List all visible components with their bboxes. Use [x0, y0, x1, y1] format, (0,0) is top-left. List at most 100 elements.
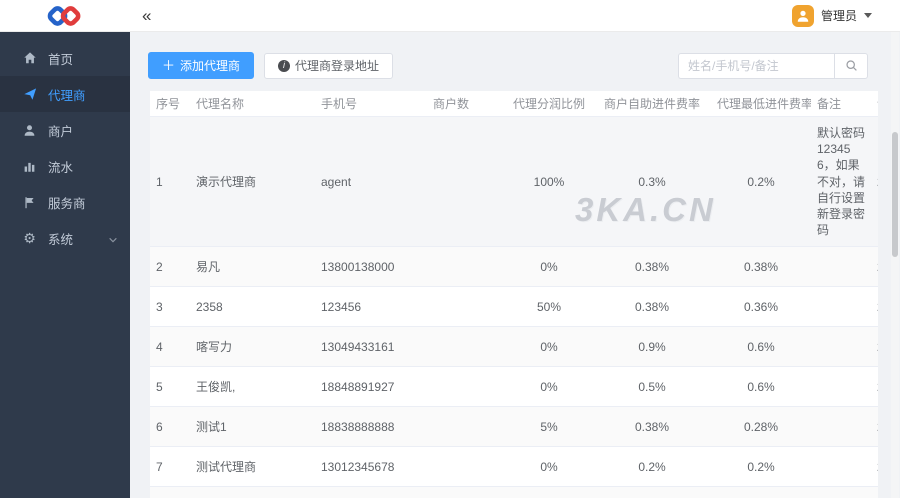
info-icon: i [278, 59, 291, 72]
table-cell: 0.38% [593, 406, 711, 448]
scrollbar-track[interactable] [891, 32, 899, 498]
sidebar-item-label: 首页 [48, 52, 74, 67]
table-cell: 7 [150, 446, 190, 488]
table-cell: 0% [505, 486, 593, 498]
sidebar-collapse-icon[interactable]: « [142, 7, 151, 24]
sidebar-item-label: 代理商 [48, 88, 86, 103]
table-cell: 4 [150, 326, 190, 368]
table-cell [811, 486, 871, 498]
table-row: 6测试118838888888 5%0.38%0.28% 2 [150, 406, 878, 448]
table-body: 1 演示代理商 agent 100% 0.3% 0.2% 默认密码123456，如果不对，请… [150, 116, 878, 498]
table-cell: 2 [871, 366, 878, 408]
table-cell: 2 [871, 246, 878, 288]
table-cell: 0% [505, 326, 593, 368]
table-cell: 喀写力 [190, 326, 315, 368]
table-cell: 0.2% [711, 446, 811, 488]
table-cell [427, 286, 505, 328]
table-cell: 0% [505, 446, 593, 488]
plus-icon: ＋ [162, 58, 176, 73]
sidebar-item-label: 流水 [48, 160, 74, 175]
table-cell: 0% [505, 366, 593, 408]
add-agent-button-label: 添加代理商 [180, 58, 241, 73]
table-cell: 0.38% [593, 286, 711, 328]
sidebar-item-home[interactable]: 首页 [0, 40, 130, 76]
sidebar-item-providers[interactable]: 服务商 [0, 184, 130, 220]
agents-table: 序号代理名称手机号商户数代理分润比例商户自助进件费率代理最低进件费率备注创建时间… [150, 91, 878, 498]
sidebar-item-merchants[interactable]: 商户 [0, 112, 130, 148]
sidebar-item-label: 服务商 [48, 196, 86, 211]
table-cell: 13800138000 [315, 246, 427, 288]
table-cell: 0.3% [593, 116, 711, 248]
table-cell [427, 406, 505, 448]
search-button[interactable] [834, 52, 868, 79]
table-row: 4喀写力13049433161 0%0.9%0.6% 2 [150, 326, 878, 368]
table-cell [811, 406, 871, 448]
table-cell: 测试1 [190, 406, 315, 448]
table-row: 7测试代理商130123456780%0.2%0.2%2 [150, 446, 878, 488]
table-cell: 2 [871, 446, 878, 488]
sidebar-item-transactions[interactable]: 流水 [0, 148, 130, 184]
column-header: 商户自助进件费率 [593, 91, 711, 117]
sidebar: 首页 代理商 商户 流水 服务商 ⚙ 系统 [0, 32, 130, 498]
add-agent-button[interactable]: ＋ 添加代理商 [148, 52, 255, 79]
chevron-down-icon [108, 234, 118, 248]
table-cell: 2358 [190, 286, 315, 328]
column-header: 代理分润比例 [505, 91, 593, 117]
table-cell: 50% [505, 286, 593, 328]
table-cell: 18848891927 [315, 366, 427, 408]
table-cell [811, 446, 871, 488]
table-cell [811, 366, 871, 408]
table-cell [427, 116, 505, 248]
table-cell [811, 286, 871, 328]
sidebar-item-system[interactable]: ⚙ 系统 [0, 220, 130, 256]
user-icon [22, 123, 37, 138]
table-cell [427, 366, 505, 408]
brand-logo-icon [47, 5, 81, 26]
send-icon [22, 87, 37, 102]
table-cell: 1 [150, 116, 190, 248]
table-row: 2易凡138001380000%0.38%0.38%2 [150, 246, 878, 288]
table-cell: 2 [871, 116, 878, 248]
table-row: 5王俊凯,18848891927 0%0.5%0.6% 2 [150, 366, 878, 408]
table-cell: 13012345678 [315, 446, 427, 488]
table-cell: 0.2% [711, 116, 811, 248]
person-icon [797, 10, 809, 22]
scrollbar-thumb[interactable] [892, 132, 898, 257]
chart-icon [22, 159, 37, 174]
gear-icon: ⚙ [23, 230, 36, 246]
app-window: « 管理员 首页 代理商 商户 流水 服务商 ⚙ 系统 ＋ 添加代理商 i 代理… [0, 0, 900, 498]
table-cell [427, 326, 505, 368]
table-row: 8哦哦123456789 0%0.5%0.25% 2 [150, 486, 878, 498]
table-cell: 2 [871, 406, 878, 448]
agent-login-address-button[interactable]: i 代理商登录地址 [264, 52, 394, 79]
table-header-row: 序号代理名称手机号商户数代理分润比例商户自助进件费率代理最低进件费率备注创建时间 [150, 91, 878, 117]
table-cell: 5% [505, 406, 593, 448]
user-menu[interactable]: 管理员 [791, 4, 872, 27]
search-input[interactable] [678, 52, 834, 79]
table-cell: 2 [150, 246, 190, 288]
agent-login-address-label: 代理商登录地址 [295, 58, 380, 73]
sidebar-item-agents[interactable]: 代理商 [0, 76, 130, 112]
avatar [791, 4, 814, 27]
table-cell: 0.9% [593, 326, 711, 368]
sidebar-item-label: 商户 [48, 124, 74, 139]
table-cell: 0% [505, 246, 593, 288]
sidebar-item-label: 系统 [48, 232, 74, 247]
table-cell [427, 246, 505, 288]
table-cell [427, 446, 505, 488]
main-content: ＋ 添加代理商 i 代理商登录地址 姓名/手机号/备注 序号 代理名称 手机号 … [130, 32, 900, 498]
column-header: 代理名称 [190, 91, 315, 117]
table-cell: 0.5% [593, 366, 711, 408]
topbar: « 管理员 [0, 0, 900, 32]
table-cell: 6 [150, 406, 190, 448]
table-cell: 哦哦 [190, 486, 315, 498]
search-icon [845, 60, 857, 71]
table-cell: 0.6% [711, 326, 811, 368]
table-cell: 18838888888 [315, 406, 427, 448]
table-cell: 0.28% [711, 406, 811, 448]
table-cell: agent [315, 116, 427, 248]
search-group [678, 52, 868, 79]
table-cell: 0.5% [593, 486, 711, 498]
table-cell: 13049433161 [315, 326, 427, 368]
table-cell [811, 326, 871, 368]
